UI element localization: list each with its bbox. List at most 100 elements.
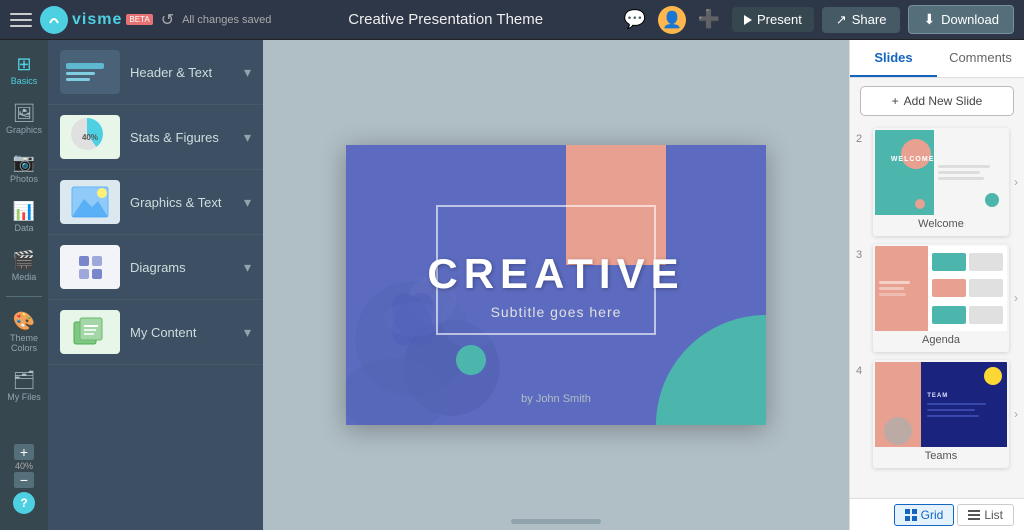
bottom-bar: Grid List — [850, 498, 1024, 530]
slide-item-welcome: WELCOME — [873, 128, 1009, 236]
media-icon: 🎬 — [13, 250, 35, 271]
panel-thumb-graphics-text — [60, 180, 120, 224]
download-label: Download — [941, 12, 999, 27]
panel-item-stats-figures[interactable]: 40% Stats & Figures ▾ — [48, 105, 263, 170]
panel-thumb-my-content — [60, 310, 120, 354]
panel-item-graphics-text[interactable]: Graphics & Text ▾ — [48, 170, 263, 235]
add-new-slide-button[interactable]: + Add New Slide — [860, 86, 1014, 116]
add-user-icon-button[interactable]: ➕ — [694, 5, 724, 35]
canvas-area[interactable]: CREATIVE Subtitle goes here by John Smit… — [263, 40, 849, 530]
slides-list: 2 WELCOME — [850, 124, 1024, 498]
download-icon: ⬇ — [923, 11, 935, 28]
comments-icon-button[interactable]: 💬 — [620, 5, 650, 35]
right-panel: Slides Comments + Add New Slide 2 — [849, 40, 1024, 530]
zoom-in-button[interactable]: + — [14, 444, 34, 460]
back-button[interactable]: ↺ — [161, 10, 174, 30]
sidebar-label-media: Media — [12, 273, 37, 283]
right-tabs: Slides Comments — [850, 40, 1024, 78]
panel-label-diagrams: Diagrams — [130, 260, 234, 275]
canvas-scrollbar[interactable] — [511, 519, 601, 524]
slide-number-3: 3 — [856, 244, 868, 261]
tab-comments-label: Comments — [949, 50, 1012, 65]
slide-item-agenda: Agenda — [873, 244, 1009, 352]
slide-row-3: 3 — [850, 240, 1024, 356]
grid-view-button[interactable]: Grid — [894, 504, 955, 526]
slide-thumb-welcome[interactable]: WELCOME — [873, 128, 1009, 236]
sidebar-label-photos: Photos — [10, 175, 38, 185]
sidebar-label-graphics: Graphics — [6, 126, 42, 136]
sidebar-item-data[interactable]: 📊 Data — [2, 195, 46, 240]
download-button[interactable]: ⬇ Download — [908, 5, 1014, 34]
graphics-icon: 🖼 — [13, 103, 36, 124]
panel-thumb-diagrams — [60, 245, 120, 289]
view-toggle: Grid List — [894, 504, 1014, 526]
chevron-down-icon-stats: ▾ — [244, 129, 251, 146]
slide-collapse-icon-2[interactable]: › — [1014, 175, 1018, 189]
sidebar-item-photos[interactable]: 📷 Photos — [2, 146, 46, 191]
slide-content: CREATIVE Subtitle goes here — [346, 145, 766, 425]
panel-item-diagrams[interactable]: Diagrams ▾ — [48, 235, 263, 300]
slide-label-teams: Teams — [875, 447, 1007, 466]
slide-row-4: 4 TEAM — [850, 356, 1024, 472]
main-area: ⊞ Basics 🖼 Graphics 📷 Photos 📊 Data 🎬 Me… — [0, 40, 1024, 530]
slide-thumb-agenda[interactable]: Agenda — [873, 244, 1009, 352]
sidebar-item-my-files[interactable]: 🗂 My Files — [2, 364, 46, 409]
basics-icon: ⊞ — [16, 54, 31, 75]
left-sidebar: ⊞ Basics 🖼 Graphics 📷 Photos 📊 Data 🎬 Me… — [0, 40, 48, 530]
logo-icon — [40, 6, 68, 34]
list-view-button[interactable]: List — [957, 504, 1014, 526]
tab-slides[interactable]: Slides — [850, 40, 937, 77]
avatar[interactable]: 👤 — [658, 6, 686, 34]
slide-number-4: 4 — [856, 360, 868, 377]
topbar: visme BETA ↺ All changes saved Creative … — [0, 0, 1024, 40]
panel-label-graphics-text: Graphics & Text — [130, 195, 234, 210]
add-slide-label: Add New Slide — [904, 94, 983, 108]
grid-label: Grid — [921, 508, 944, 522]
logo: visme BETA — [40, 6, 153, 34]
content-panel: Header & Text ▾ 40% Stats & Figures ▾ — [48, 40, 263, 530]
zoom-out-button[interactable]: − — [14, 472, 34, 488]
sidebar-label-theme-colors: Theme Colors — [4, 334, 44, 354]
panel-item-header-text[interactable]: Header & Text ▾ — [48, 40, 263, 105]
tab-slides-label: Slides — [874, 50, 912, 65]
chevron-down-icon-my-content: ▾ — [244, 324, 251, 341]
slide-row-2: 2 WELCOME — [850, 124, 1024, 240]
panel-label-my-content: My Content — [130, 325, 234, 340]
menu-icon[interactable] — [10, 9, 32, 31]
theme-colors-icon: 🎨 — [13, 311, 35, 332]
tab-comments[interactable]: Comments — [937, 40, 1024, 77]
slide-thumb-teams[interactable]: TEAM Teams — [873, 360, 1009, 468]
sidebar-label-my-files: My Files — [7, 393, 41, 403]
slide-label-welcome: Welcome — [875, 215, 1007, 234]
chevron-down-icon-header: ▾ — [244, 64, 251, 81]
sidebar-item-media[interactable]: 🎬 Media — [2, 244, 46, 289]
panel-label-stats-figures: Stats & Figures — [130, 130, 234, 145]
share-button[interactable]: ↗ Share — [822, 7, 901, 33]
slide-canvas[interactable]: CREATIVE Subtitle goes here by John Smit… — [346, 145, 766, 425]
slide-subtitle: Subtitle goes here — [491, 304, 622, 320]
present-button[interactable]: Present — [732, 7, 814, 32]
photos-icon: 📷 — [13, 152, 35, 173]
document-title: Creative Presentation Theme — [279, 11, 612, 28]
data-icon: 📊 — [13, 201, 35, 222]
play-icon — [744, 15, 752, 25]
panel-item-my-content[interactable]: My Content ▾ — [48, 300, 263, 365]
my-files-icon: 🗂 — [13, 370, 36, 391]
sidebar-item-theme-colors[interactable]: 🎨 Theme Colors — [2, 305, 46, 360]
logo-text: visme — [72, 11, 122, 29]
present-label: Present — [757, 12, 802, 27]
list-icon — [968, 509, 980, 521]
add-slide-plus-icon: + — [892, 94, 899, 108]
sidebar-item-basics[interactable]: ⊞ Basics — [2, 48, 46, 93]
slide-collapse-icon-3[interactable]: › — [1014, 291, 1018, 305]
slide-title: CREATIVE — [427, 250, 684, 298]
slide-number-2: 2 — [856, 128, 868, 145]
share-icon: ↗ — [836, 12, 847, 28]
logo-beta-badge: BETA — [126, 14, 152, 25]
sidebar-item-graphics[interactable]: 🖼 Graphics — [2, 97, 46, 142]
chevron-down-icon-diagrams: ▾ — [244, 259, 251, 276]
topbar-right: 💬 👤 ➕ Present ↗ Share ⬇ Download — [620, 5, 1014, 35]
sidebar-divider — [6, 296, 42, 297]
help-button[interactable]: ? — [13, 492, 35, 514]
slide-collapse-icon-4[interactable]: › — [1014, 407, 1018, 421]
